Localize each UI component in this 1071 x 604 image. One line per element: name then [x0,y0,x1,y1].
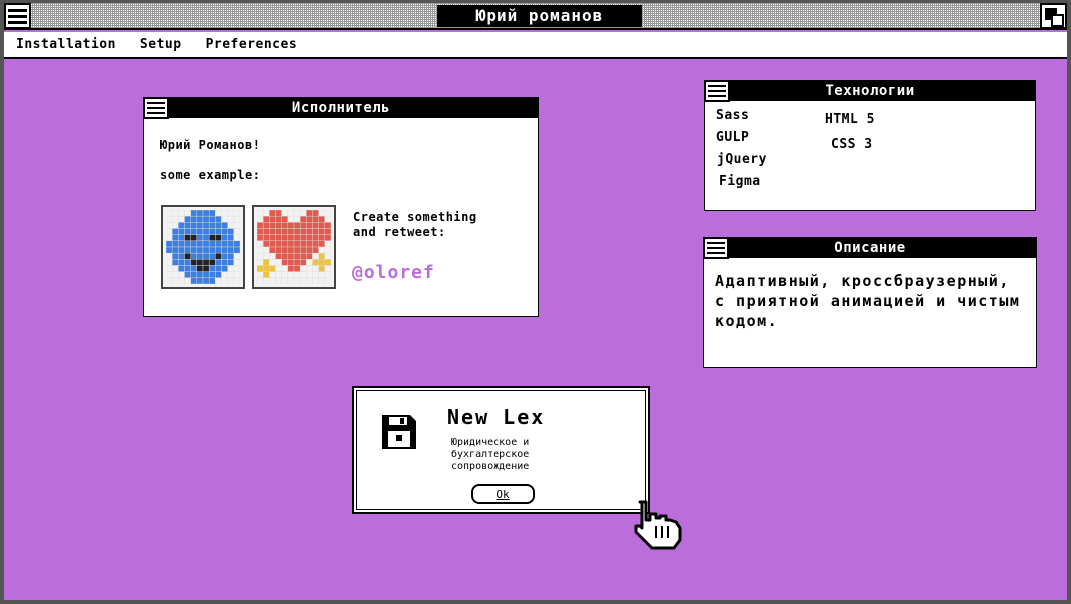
tech-window-title: Технологии [825,83,915,99]
artist-name: Юрий Романов! [160,138,261,152]
system-menu-icon[interactable] [703,237,729,259]
artist-window: Исполнитель Юрий Романов! some example: … [143,97,539,317]
window-title: Юрий романов [437,5,642,27]
new-lex-dialog: New Lex Юридическое и бухгалтерское сопр… [352,386,650,514]
system-menu-icon[interactable] [704,80,730,102]
floppy-disk-icon [382,415,416,449]
system-menu-icon[interactable] [143,97,169,119]
tweet-line-2: and retweet: [353,225,446,239]
tech-item: Sass [716,108,750,123]
menu-installation[interactable]: Installation [16,37,116,52]
tech-item: CSS 3 [831,137,873,152]
tech-item: HTML 5 [825,112,875,127]
artist-window-titlebar[interactable]: Исполнитель [143,97,538,119]
system-menu-icon[interactable] [4,3,31,29]
dialog-subtitle: Юридическое и бухгалтерское сопровождени… [451,437,530,472]
artist-window-title: Исполнитель [291,100,391,116]
pixel-face-icon [161,205,245,289]
pixel-heart-icon [252,205,336,289]
description-window: Описание Адаптивный, кроссбраузерный, с … [703,237,1037,368]
tech-item: GULP [716,130,750,145]
ok-button[interactable]: Ok [471,484,535,504]
tech-window: Технологии Sass GULP jQuery Figma HTML 5… [704,80,1036,211]
menu-preferences[interactable]: Preferences [206,37,298,52]
tweet-prompt: Create something and retweet: [353,210,477,240]
description-window-title: Описание [834,240,906,256]
tweet-line-1: Create something [353,210,477,224]
dialog-title: New Lex [447,405,546,429]
tech-item: jQuery [717,152,767,167]
tech-window-titlebar[interactable]: Технологии [704,80,1035,102]
desktop: Юрий романов Installation Setup Preferen… [0,0,1071,604]
title-bar: Юрий романов [4,3,1067,30]
twitter-handle-link[interactable]: @oloref [352,262,435,283]
description-text: Адаптивный, кроссбраузерный, с приятной … [715,272,1021,330]
menu-setup[interactable]: Setup [140,37,182,52]
description-window-titlebar[interactable]: Описание [703,237,1036,259]
menu-bar: Installation Setup Preferences [4,32,1067,59]
hand-pointer-icon [634,500,682,550]
maximize-icon[interactable] [1040,3,1067,29]
example-label: some example: [160,168,261,182]
tech-item: Figma [719,174,761,189]
